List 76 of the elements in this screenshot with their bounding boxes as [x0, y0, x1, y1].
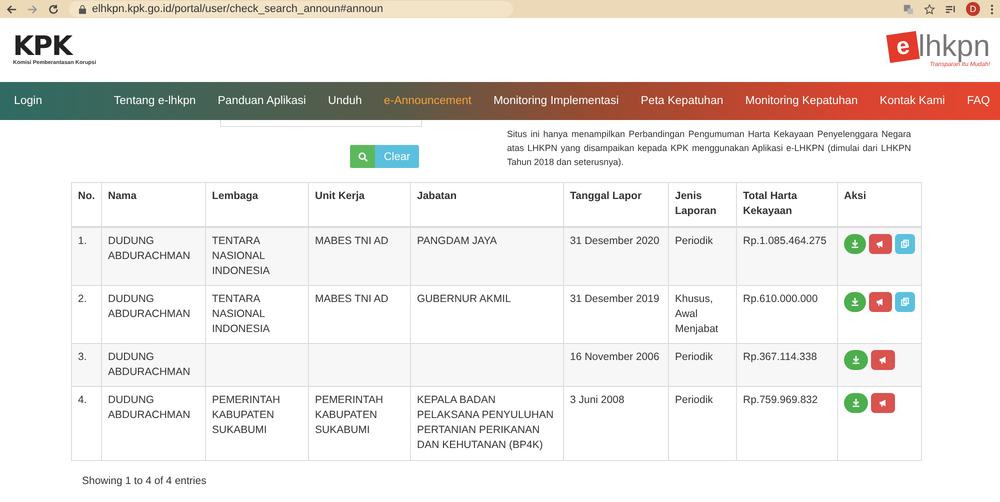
table-cell: PEMERINTAH KABUPATEN SUKABUMI [212, 394, 280, 436]
input-field[interactable] [220, 120, 422, 127]
table-cell: TENTARA NASIONAL INDONESIA [212, 235, 270, 277]
download-button[interactable] [844, 292, 866, 312]
megaphone-icon [875, 297, 886, 307]
table-cell: KEPALA BADAN PELAKSANA PENYULUHAN PERTANIAN PERIKANAN DAN KEHUTANAN (BP4K) [417, 394, 554, 451]
megaphone-icon [878, 355, 888, 365]
table-cell: 16 November 2006 [570, 351, 660, 363]
table-cell: 3. [78, 351, 87, 363]
table-cell: DUDUNG ABDURACHMAN [108, 394, 190, 421]
table-cell: DUDUNG ABDURACHMAN [108, 351, 190, 378]
table-cell: 3 Juni 2008 [570, 394, 624, 406]
table-cell: Periodik [675, 351, 713, 363]
announcement-button[interactable] [869, 234, 892, 254]
nav-link[interactable]: Unduh [328, 95, 362, 107]
logo-text: KPK [13, 34, 73, 60]
download-button[interactable] [844, 350, 868, 370]
back-icon[interactable] [6, 4, 17, 14]
copy-icon [900, 239, 910, 249]
table-cell: Rp.759.969.832 [743, 394, 818, 406]
download-button[interactable] [844, 234, 866, 254]
table-cell: Periodik [675, 394, 713, 406]
nav-link[interactable]: Tentang e-lhkpn [114, 95, 196, 107]
more-icon[interactable] [990, 4, 994, 14]
nav-link[interactable]: Monitoring Kepatuhan [745, 95, 858, 107]
table-cell: PANGDAM JAYA [417, 235, 497, 247]
translate-icon[interactable] [903, 4, 914, 14]
table-cell: GUBERNUR AKMIL [417, 293, 511, 305]
table-cell: Rp.610.000.000 [743, 293, 818, 305]
table-cell: Periodik [675, 235, 713, 247]
table-cell: MABES TNI AD [315, 235, 388, 247]
table-cell: Rp.367.114.338 [743, 351, 817, 363]
announcement-button[interactable] [871, 350, 895, 370]
reload-icon[interactable] [48, 4, 59, 14]
table-cell: 31 Desember 2019 [570, 293, 660, 305]
copy-button[interactable] [894, 292, 915, 312]
search-icon [358, 152, 368, 162]
download-icon [850, 297, 860, 307]
download-icon [851, 398, 861, 408]
download-button[interactable] [844, 393, 868, 413]
table-cell: Khusus, Awal Menjabat [675, 293, 718, 335]
playlist-icon[interactable] [945, 4, 956, 14]
table-cell: PEMERINTAH KABUPATEN SUKABUMI [315, 394, 384, 436]
table-cell: DUDUNG ABDURACHMAN [108, 235, 190, 262]
copy-button[interactable] [894, 234, 915, 254]
table-cell: 31 Desember 2020 [570, 235, 660, 247]
announcement-button[interactable] [869, 292, 892, 312]
table-cell: Rp.1.085.464.275 [743, 235, 826, 247]
profile-avatar[interactable]: D [966, 2, 980, 16]
table-cell: DUDUNG ABDURACHMAN [108, 293, 190, 320]
login-link[interactable]: Login [0, 95, 42, 107]
logo-badge: e [886, 31, 920, 63]
announcement-button[interactable] [871, 393, 895, 413]
nav-link[interactable]: Monitoring Implementasi [493, 95, 619, 107]
star-icon[interactable] [924, 4, 935, 14]
nav-link[interactable]: Peta Kepatuhan [640, 95, 724, 107]
table-cell: MABES TNI AD [315, 293, 388, 305]
forward-icon[interactable] [27, 4, 38, 14]
download-icon [851, 355, 861, 365]
megaphone-icon [878, 398, 888, 408]
table-cell: 2. [78, 293, 87, 305]
table-cell: 1. [78, 235, 87, 247]
entries-info: Showing 1 to 4 of 4 entries [81, 474, 208, 487]
notice-text: Situs ini hanya menampilkan Perbandingan Pengumuman Harta Kekayaan Penyelenggara Negara atas LHKPN yang disampaikan kepada KPK menggunakan Aplikasi e-LHKPN (dimulai dari LHKPN Tahun 2018 dan seterusnya). [507, 128, 911, 169]
table-cell: 4. [78, 394, 87, 406]
address-bar[interactable]: elhkpn.kpk.go.id/portal/user/check_search_announ#announ [69, 1, 513, 17]
logo-text: lhkpn [918, 32, 990, 62]
nav-link[interactable]: FAQ [966, 95, 990, 107]
copy-icon [900, 297, 910, 307]
megaphone-icon [875, 239, 886, 249]
lock-icon [79, 4, 86, 14]
nav-link[interactable]: Kontak Kami [880, 95, 945, 107]
search-button[interactable] [350, 145, 375, 168]
nav-link[interactable]: Panduan Aplikasi [218, 95, 306, 107]
download-icon [850, 239, 860, 249]
table-cell: TENTARA NASIONAL INDONESIA [212, 293, 270, 335]
